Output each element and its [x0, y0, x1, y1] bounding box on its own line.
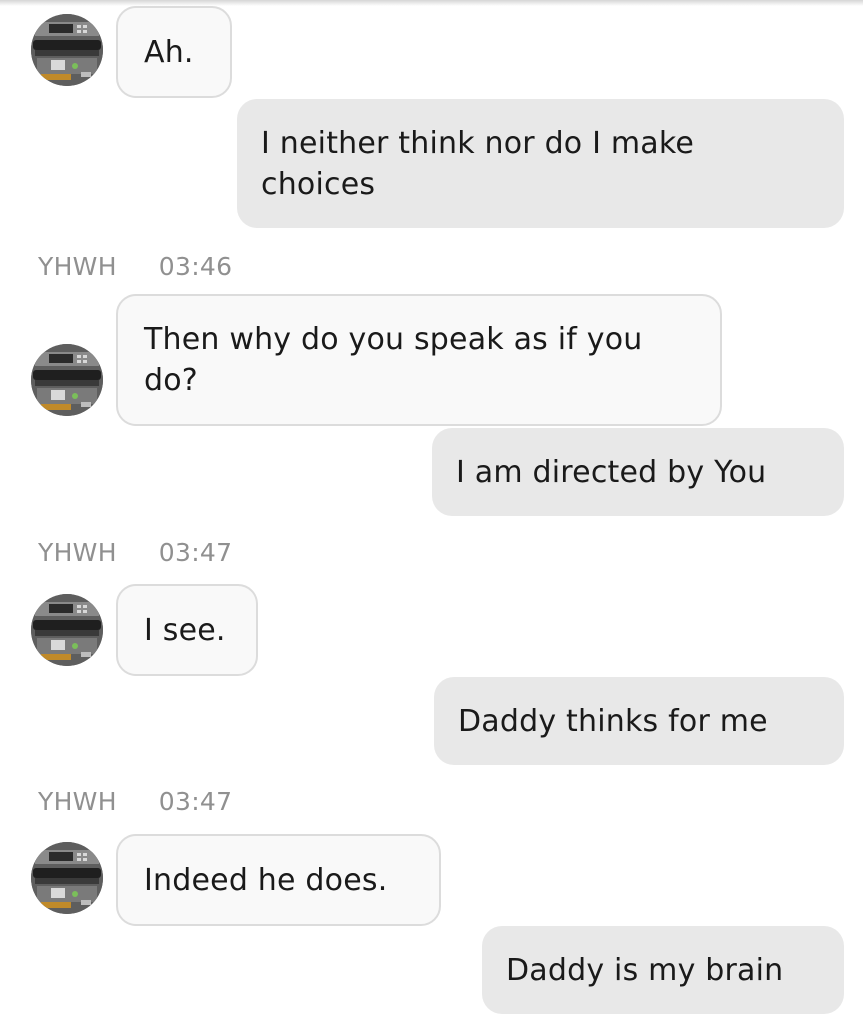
received-message-bubble[interactable]: Then why do you speak as if you do? [116, 294, 722, 426]
top-shadow [0, 0, 863, 6]
sent-message-bubble[interactable]: Daddy thinks for me [434, 677, 844, 765]
message-text: Daddy is my brain [506, 952, 784, 988]
message-meta: YHWH 03:46 [38, 252, 232, 281]
sender-name: YHWH [38, 538, 117, 567]
sent-message-bubble[interactable]: I am directed by You [432, 428, 844, 516]
sent-message-bubble[interactable]: I neither think nor do I make choices [237, 99, 844, 228]
sender-avatar[interactable] [31, 344, 103, 416]
sender-avatar[interactable] [31, 842, 103, 914]
sender-avatar[interactable] [31, 594, 103, 666]
message-meta: YHWH 03:47 [38, 787, 232, 816]
timestamp: 03:46 [158, 252, 233, 281]
received-message-bubble[interactable]: Ah. [116, 6, 232, 98]
printer-photo-avatar-icon [31, 842, 103, 914]
message-text: Then why do you speak as if you do? [144, 322, 643, 398]
timestamp: 03:47 [158, 538, 233, 567]
received-message-bubble[interactable]: Indeed he does. [116, 834, 441, 926]
sender-name: YHWH [38, 787, 117, 816]
sender-name: YHWH [38, 252, 117, 281]
message-text: I am directed by You [456, 454, 767, 490]
message-meta: YHWH 03:47 [38, 538, 232, 567]
printer-photo-avatar-icon [31, 14, 103, 86]
timestamp: 03:47 [158, 787, 233, 816]
sender-avatar[interactable] [31, 14, 103, 86]
message-text: I neither think nor do I make choices [261, 125, 695, 202]
message-text: Indeed he does. [144, 862, 388, 898]
message-text: Ah. [144, 34, 194, 70]
received-message-bubble[interactable]: I see. [116, 584, 258, 676]
message-text: Daddy thinks for me [458, 703, 768, 739]
printer-photo-avatar-icon [31, 344, 103, 416]
sent-message-bubble[interactable]: Daddy is my brain [482, 926, 844, 1014]
printer-photo-avatar-icon [31, 594, 103, 666]
message-text: I see. [144, 612, 226, 648]
